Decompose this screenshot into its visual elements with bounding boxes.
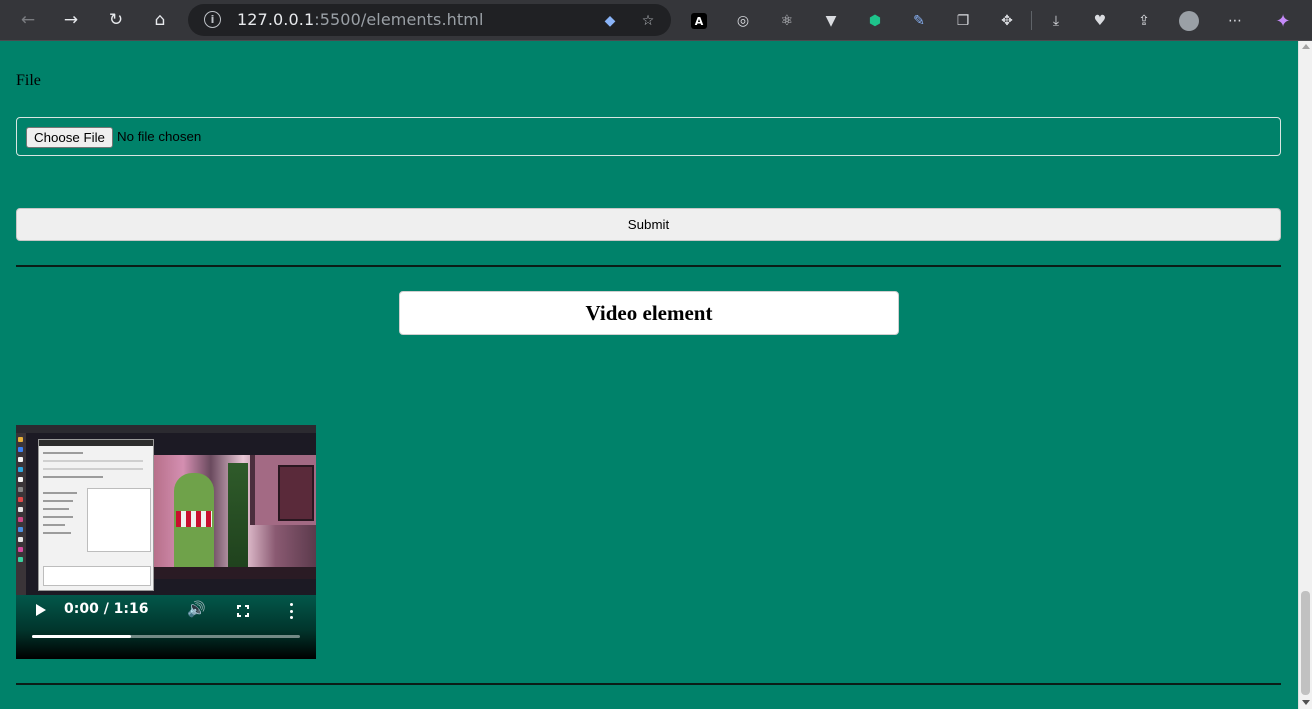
a-extension-icon[interactable]: A <box>691 13 707 29</box>
download-icon[interactable]: ⤓ <box>1044 9 1068 33</box>
url-path: :5500/elements.html <box>314 10 484 29</box>
color-picker-icon[interactable]: ✎ <box>907 9 931 33</box>
video-time: 0:00 / 1:16 <box>64 601 149 617</box>
browser-toolbar: ← → ↻ ⌂ i 127.0.0.1:5500/elements.html ◆… <box>0 0 1312 41</box>
video-section-heading: Video element <box>399 291 899 335</box>
video-progress-buffered <box>32 635 132 638</box>
reload-icon: ↻ <box>108 10 124 30</box>
page-content: File Choose File No file chosen Submit V… <box>0 41 1298 709</box>
divider <box>16 265 1281 267</box>
site-info-icon[interactable]: i <box>204 11 221 28</box>
video-controls <box>16 595 316 659</box>
address-bar[interactable]: i 127.0.0.1:5500/elements.html ◆ ☆ <box>188 4 671 36</box>
fullscreen-icon[interactable] <box>237 605 249 617</box>
play-icon[interactable] <box>36 604 46 616</box>
sparkle-icon[interactable]: ✦ <box>1271 9 1295 33</box>
heartbeat-icon[interactable]: ♥ <box>1088 9 1112 33</box>
submit-button[interactable]: Submit <box>16 208 1281 241</box>
tag-icon[interactable]: ◆ <box>600 11 620 31</box>
shield-icon[interactable]: ⬢ <box>863 9 887 33</box>
file-status-text: No file chosen <box>117 129 202 144</box>
arrow-left-icon: ← <box>20 10 36 30</box>
url-host: 127.0.0.1 <box>237 10 315 29</box>
more-options-icon[interactable] <box>290 603 294 619</box>
vue-icon[interactable]: ▼ <box>819 9 843 33</box>
scroll-up-arrow-icon[interactable] <box>1302 44 1310 49</box>
back-button[interactable]: ← <box>14 6 42 34</box>
arrow-right-icon: → <box>63 10 79 30</box>
puzzle-icon[interactable]: ✥ <box>995 9 1019 33</box>
profile-avatar-icon[interactable] <box>1177 9 1201 33</box>
toolbar-divider <box>1031 11 1032 30</box>
url-text[interactable]: 127.0.0.1:5500/elements.html <box>237 10 484 29</box>
file-label: File <box>16 72 41 89</box>
video-player[interactable]: 0:00 / 1:16 🔊 <box>16 425 316 659</box>
scroll-down-arrow-icon[interactable] <box>1302 700 1310 705</box>
target-icon[interactable]: ◎ <box>731 9 755 33</box>
home-button[interactable]: ⌂ <box>146 6 174 34</box>
home-icon: ⌂ <box>154 10 166 30</box>
choose-file-button[interactable]: Choose File <box>26 127 113 148</box>
react-icon[interactable]: ⚛ <box>775 9 799 33</box>
divider <box>16 683 1281 685</box>
copy-icon[interactable]: ❐ <box>951 9 975 33</box>
scrollbar-thumb[interactable] <box>1301 591 1310 695</box>
video-frame <box>16 425 316 595</box>
reload-button[interactable]: ↻ <box>102 6 130 34</box>
video-progress-bar[interactable] <box>32 635 300 638</box>
volume-icon[interactable]: 🔊 <box>187 600 206 618</box>
more-icon[interactable]: ⋯ <box>1223 9 1247 33</box>
bookmark-star-icon[interactable]: ☆ <box>638 11 658 31</box>
share-icon[interactable]: ⇪ <box>1132 9 1156 33</box>
file-input[interactable]: Choose File No file chosen <box>16 117 1281 156</box>
page-scrollbar[interactable] <box>1298 41 1312 709</box>
forward-button[interactable]: → <box>57 6 85 34</box>
